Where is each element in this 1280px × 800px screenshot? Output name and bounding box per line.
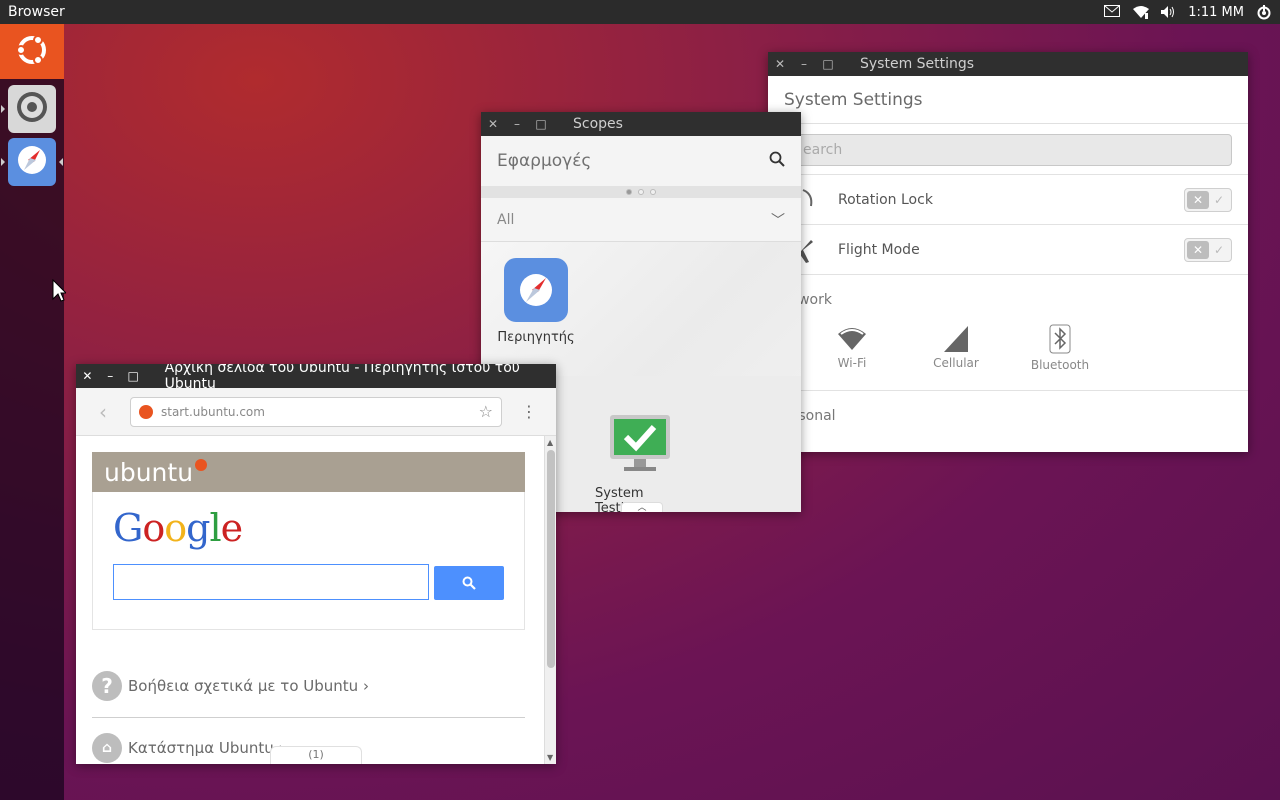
- page-scrollbar[interactable]: ▲ ▼: [544, 436, 556, 764]
- running-pip: [1, 158, 5, 166]
- google-search-button[interactable]: [434, 566, 504, 600]
- cellular-item[interactable]: Cellular: [904, 324, 1008, 388]
- network-icons: Wi-Fi Cellular Bluetooth: [768, 324, 1248, 388]
- minimize-icon[interactable]: –: [99, 369, 122, 383]
- active-app-title: Browser: [8, 4, 65, 20]
- minimize-icon[interactable]: –: [792, 57, 816, 71]
- volume-icon[interactable]: [1160, 5, 1176, 19]
- clock[interactable]: 1:11 ΜΜ: [1188, 5, 1244, 20]
- bookmark-star-icon[interactable]: ☆: [479, 402, 493, 421]
- close-icon[interactable]: ✕: [76, 369, 99, 383]
- scroll-down-icon[interactable]: ▼: [547, 753, 553, 762]
- launcher-system-settings[interactable]: [1, 85, 56, 133]
- tab-counter[interactable]: (1): [270, 746, 362, 764]
- power-icon[interactable]: [1256, 5, 1272, 20]
- browser-icon: [14, 142, 50, 182]
- chevron-down-icon: ﹀: [771, 212, 785, 229]
- personal-section-label: ersonal: [768, 390, 1248, 440]
- window-title: Scopes: [573, 116, 623, 132]
- indicators: 1:11 ΜΜ: [1104, 5, 1280, 20]
- system-testing-icon: [608, 412, 672, 476]
- back-button[interactable]: ‹: [76, 400, 130, 424]
- store-basket-icon: ⌂: [92, 733, 122, 763]
- wifi-item[interactable]: Wi-Fi: [800, 324, 904, 388]
- google-search-input[interactable]: [113, 564, 429, 600]
- address-bar[interactable]: start.ubuntu.com ☆: [130, 396, 502, 427]
- launcher: [0, 24, 64, 800]
- flight-mode-row[interactable]: Flight Mode ✕ ✓: [768, 224, 1248, 274]
- flight-mode-switch[interactable]: ✕ ✓: [1184, 237, 1232, 262]
- navigation-bar: ‹ start.ubuntu.com ☆ ⋮: [76, 388, 556, 436]
- minimize-icon[interactable]: –: [505, 117, 529, 131]
- titlebar: ✕ – □ Scopes: [481, 112, 801, 136]
- network-icon[interactable]: [1132, 5, 1150, 19]
- network-section-label: etwork: [768, 274, 1248, 324]
- wifi-icon: [838, 328, 866, 350]
- search-icon[interactable]: [769, 151, 785, 172]
- scope-title: Εφαρμογές: [497, 151, 592, 171]
- bluetooth-icon: [1049, 324, 1071, 354]
- google-logo: Google: [113, 506, 243, 550]
- scope-header: Εφαρμογές: [481, 136, 801, 186]
- system-settings-window: ✕ – □ System Settings System Settings ea…: [768, 52, 1248, 452]
- maximize-icon[interactable]: □: [816, 57, 840, 71]
- system-settings-icon: [14, 89, 50, 129]
- launcher-browser[interactable]: [1, 138, 63, 186]
- app-tile-browser[interactable]: Περιηγητής: [491, 258, 581, 345]
- department-label: All: [497, 211, 515, 228]
- overflow-menu-icon[interactable]: ⋮: [502, 402, 556, 421]
- browser-window: ✕ – □ Αρχική σελίδα του Ubuntu - Περιηγη…: [76, 364, 556, 764]
- scrollbar-thumb[interactable]: [547, 450, 555, 668]
- window-title: System Settings: [860, 56, 975, 72]
- flight-mode-label: Flight Mode: [838, 241, 920, 258]
- focused-pip: [59, 158, 63, 166]
- top-panel: Browser 1:11 ΜΜ: [0, 0, 1280, 24]
- rotation-lock-row[interactable]: Rotation Lock ✕ ✓: [768, 174, 1248, 224]
- ubuntu-banner: ubuntu: [92, 452, 525, 492]
- ubuntu-circle-icon: [195, 459, 208, 471]
- bluetooth-item[interactable]: Bluetooth: [1008, 324, 1112, 388]
- ubuntu-home-button[interactable]: [0, 24, 64, 79]
- browser-icon: [504, 258, 568, 322]
- divider: [92, 717, 525, 718]
- app-tile-system-testing[interactable]: System Testing: [595, 412, 685, 512]
- mouse-cursor-icon: [52, 278, 68, 307]
- maximize-icon[interactable]: □: [122, 369, 145, 383]
- url-text: start.ubuntu.com: [161, 404, 265, 419]
- department-selector[interactable]: All ﹀: [481, 198, 801, 242]
- titlebar: ✕ – □ Αρχική σελίδα του Ubuntu - Περιηγη…: [76, 364, 556, 392]
- maximize-icon[interactable]: □: [529, 117, 553, 131]
- web-page: ubuntu Google ? Βοήθεια σχετικά με το Ub…: [76, 436, 544, 764]
- titlebar: ✕ – □ System Settings: [768, 52, 1248, 76]
- close-icon[interactable]: ✕: [481, 117, 505, 131]
- close-icon[interactable]: ✕: [768, 57, 792, 71]
- rotation-lock-label: Rotation Lock: [838, 191, 933, 208]
- search-icon: [462, 576, 476, 590]
- help-question-icon: ?: [92, 671, 122, 701]
- site-favicon-icon: [139, 404, 153, 419]
- ubuntu-logo: ubuntu: [104, 457, 194, 487]
- google-search-box: Google: [92, 492, 525, 630]
- running-pip: [1, 105, 5, 113]
- rotation-lock-switch[interactable]: ✕ ✓: [1184, 187, 1232, 212]
- page-indicator: [481, 186, 801, 198]
- bottom-edge-handle[interactable]: ︿: [621, 502, 663, 512]
- help-link[interactable]: ? Βοήθεια σχετικά με το Ubuntu ›: [92, 658, 525, 714]
- mail-icon[interactable]: [1104, 5, 1121, 19]
- ubuntu-home-icon: [12, 30, 52, 74]
- page-title: System Settings: [768, 76, 1248, 124]
- cellular-icon: [944, 326, 968, 352]
- scroll-up-icon[interactable]: ▲: [547, 438, 553, 447]
- search-input[interactable]: earch: [782, 134, 1232, 166]
